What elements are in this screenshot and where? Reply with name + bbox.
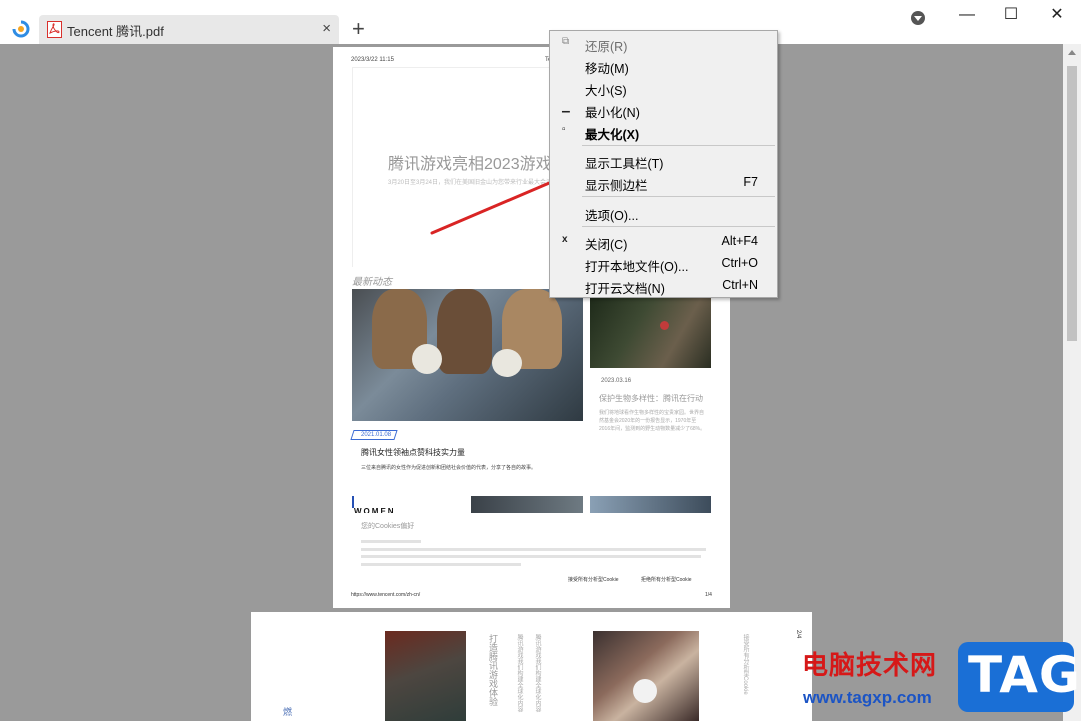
menu-separator — [582, 196, 775, 197]
watermark-site-url: www.tagxp.com — [803, 688, 932, 707]
menu-item-label: 大小(S) — [585, 84, 627, 98]
menu-item-label: 显示侧边栏 — [585, 179, 648, 193]
menu-item-shortcut: Ctrl+N — [722, 278, 758, 292]
menu-item-label: 最小化(N) — [585, 106, 640, 120]
menu-item-shortcut: Alt+F4 — [721, 234, 758, 248]
menu-item-shortcut: F7 — [743, 175, 758, 189]
menu-item-restore[interactable]: ⧉ 还原(R) — [550, 32, 777, 55]
watermark-tag-logo: TAG — [958, 642, 1080, 712]
minimize-icon: ▁ — [562, 102, 570, 113]
menu-separator — [582, 226, 775, 227]
menu-item-minimize[interactable]: ▁ 最小化(N) — [550, 98, 777, 121]
window-context-menu: ⧉ 还原(R) 移动(M) 大小(S) ▁ 最小化(N) ▫ 最大化(X) 显示… — [549, 30, 778, 298]
menu-item-show-sidebar[interactable]: 显示侧边栏 F7 — [550, 171, 777, 193]
menu-item-shortcut: Ctrl+O — [721, 256, 758, 270]
menu-item-open-local-file[interactable]: 打开本地文件(O)... Ctrl+O — [550, 252, 777, 274]
menu-item-label: 移动(M) — [585, 62, 629, 76]
menu-item-label: 选项(O)... — [585, 209, 639, 223]
watermark-tag-text: TAG — [968, 646, 1081, 704]
menu-item-label: 关闭(C) — [585, 238, 628, 252]
restore-icon: ⧉ — [562, 36, 570, 47]
watermark-site-name: 电脑技术网 — [802, 650, 938, 680]
maximize-icon: ▫ — [562, 124, 566, 135]
close-icon: x — [562, 234, 568, 245]
menu-separator — [582, 145, 775, 146]
menu-item-close[interactable]: x 关闭(C) Alt+F4 — [550, 230, 777, 252]
menu-item-label: 打开本地文件(O)... — [585, 260, 689, 274]
menu-item-label: 打开云文档(N) — [585, 282, 665, 296]
menu-item-open-cloud-doc[interactable]: 打开云文档(N) Ctrl+N — [550, 274, 777, 296]
menu-item-size[interactable]: 大小(S) — [550, 76, 777, 98]
menu-item-label: 最大化(X) — [585, 128, 640, 142]
menu-item-options[interactable]: 选项(O)... — [550, 201, 777, 223]
menu-item-move[interactable]: 移动(M) — [550, 54, 777, 76]
menu-item-show-toolbar[interactable]: 显示工具栏(T) — [550, 149, 777, 171]
menu-item-label: 显示工具栏(T) — [585, 157, 664, 171]
annotation-arrow — [430, 167, 587, 235]
menu-item-label: 还原(R) — [585, 40, 628, 54]
menu-item-maximize[interactable]: ▫ 最大化(X) — [550, 120, 777, 143]
